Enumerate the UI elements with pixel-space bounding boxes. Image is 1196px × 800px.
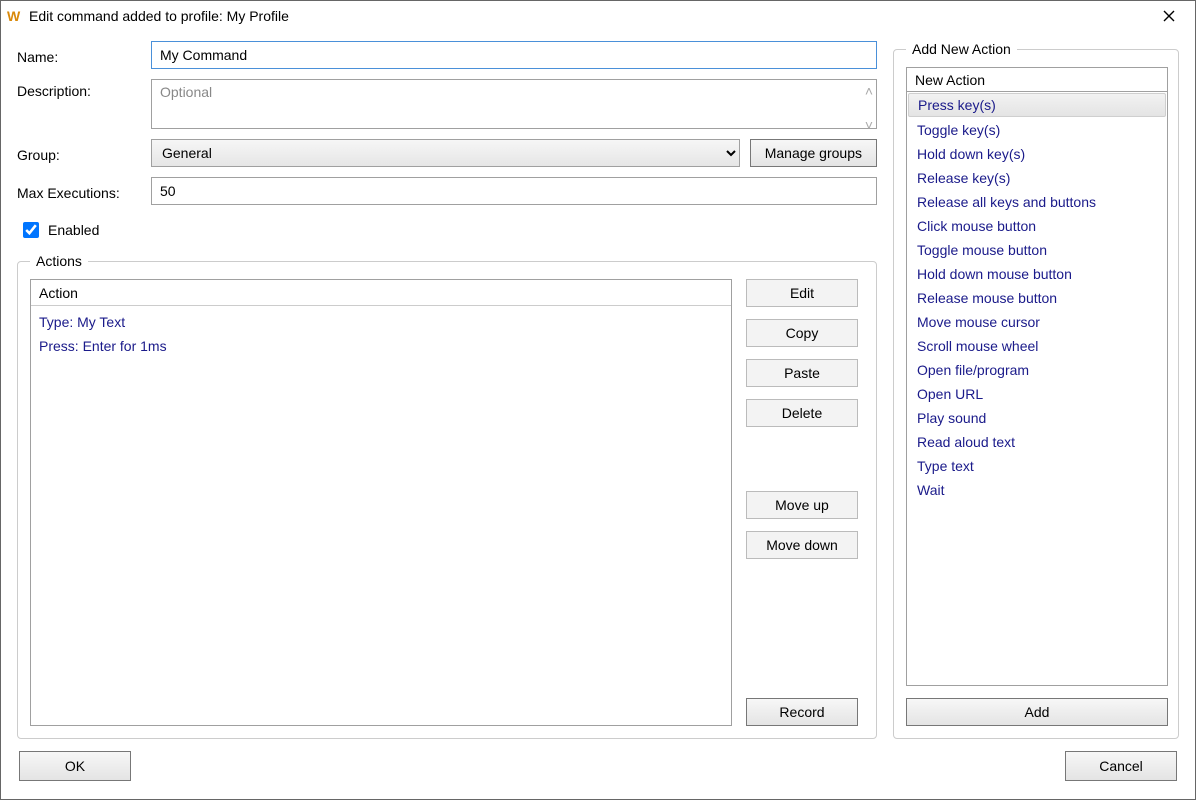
actions-button-column: Edit Copy Paste Delete Move up Move down… xyxy=(746,279,866,726)
move-down-button[interactable]: Move down xyxy=(746,531,858,559)
new-action-item[interactable]: Hold down mouse button xyxy=(907,262,1167,286)
max-executions-label: Max Executions: xyxy=(17,181,141,201)
name-label: Name: xyxy=(17,45,141,65)
add-new-action-legend: Add New Action xyxy=(906,41,1017,57)
name-input[interactable] xyxy=(151,41,877,69)
new-action-item[interactable]: Open file/program xyxy=(907,358,1167,382)
app-icon: W xyxy=(7,8,23,24)
titlebar: W Edit command added to profile: My Prof… xyxy=(1,1,1195,31)
paste-button[interactable]: Paste xyxy=(746,359,858,387)
new-action-header: New Action xyxy=(906,67,1168,91)
group-select[interactable]: General xyxy=(151,139,740,167)
new-action-item[interactable]: Toggle key(s) xyxy=(907,118,1167,142)
max-executions-input[interactable] xyxy=(151,177,877,205)
description-label: Description: xyxy=(17,79,141,99)
cancel-button[interactable]: Cancel xyxy=(1065,751,1177,781)
actions-list[interactable]: Action Type: My TextPress: Enter for 1ms xyxy=(30,279,732,726)
new-action-item[interactable]: Release all keys and buttons xyxy=(907,190,1167,214)
add-button[interactable]: Add xyxy=(906,698,1168,726)
enabled-checkbox[interactable] xyxy=(23,222,39,238)
new-action-item[interactable]: Scroll mouse wheel xyxy=(907,334,1167,358)
actions-fieldset: Actions Action Type: My TextPress: Enter… xyxy=(17,253,877,739)
footer: OK Cancel xyxy=(1,743,1195,799)
content-area: Name: Description: ˄˅ Group: General Man… xyxy=(1,31,1195,743)
close-icon[interactable] xyxy=(1149,2,1189,30)
description-input[interactable] xyxy=(151,79,877,129)
actions-legend: Actions xyxy=(30,253,88,269)
delete-button[interactable]: Delete xyxy=(746,399,858,427)
record-button[interactable]: Record xyxy=(746,698,858,726)
new-action-item[interactable]: Move mouse cursor xyxy=(907,310,1167,334)
new-action-item[interactable]: Press key(s) xyxy=(908,93,1166,117)
edit-button[interactable]: Edit xyxy=(746,279,858,307)
copy-button[interactable]: Copy xyxy=(746,319,858,347)
dialog-window: W Edit command added to profile: My Prof… xyxy=(0,0,1196,800)
new-action-item[interactable]: Open URL xyxy=(907,382,1167,406)
new-action-item[interactable]: Release mouse button xyxy=(907,286,1167,310)
move-up-button[interactable]: Move up xyxy=(746,491,858,519)
action-item[interactable]: Press: Enter for 1ms xyxy=(37,334,725,358)
window-title: Edit command added to profile: My Profil… xyxy=(29,8,1149,24)
new-action-item[interactable]: Hold down key(s) xyxy=(907,142,1167,166)
new-action-item[interactable]: Type text xyxy=(907,454,1167,478)
actions-column-header: Action xyxy=(31,280,731,306)
new-action-item[interactable]: Toggle mouse button xyxy=(907,238,1167,262)
new-action-list[interactable]: Press key(s)Toggle key(s)Hold down key(s… xyxy=(906,91,1168,686)
new-action-item[interactable]: Wait xyxy=(907,478,1167,502)
right-panel: Add New Action New Action Press key(s)To… xyxy=(893,41,1179,739)
new-action-item[interactable]: Read aloud text xyxy=(907,430,1167,454)
new-action-item[interactable]: Release key(s) xyxy=(907,166,1167,190)
enabled-label: Enabled xyxy=(48,222,99,238)
new-action-item[interactable]: Click mouse button xyxy=(907,214,1167,238)
textarea-scroll-icon: ˄˅ xyxy=(865,83,873,133)
manage-groups-button[interactable]: Manage groups xyxy=(750,139,877,167)
left-panel: Name: Description: ˄˅ Group: General Man… xyxy=(17,41,877,739)
ok-button[interactable]: OK xyxy=(19,751,131,781)
add-new-action-fieldset: Add New Action New Action Press key(s)To… xyxy=(893,41,1179,739)
new-action-item[interactable]: Play sound xyxy=(907,406,1167,430)
group-label: Group: xyxy=(17,143,141,163)
action-item[interactable]: Type: My Text xyxy=(37,310,725,334)
